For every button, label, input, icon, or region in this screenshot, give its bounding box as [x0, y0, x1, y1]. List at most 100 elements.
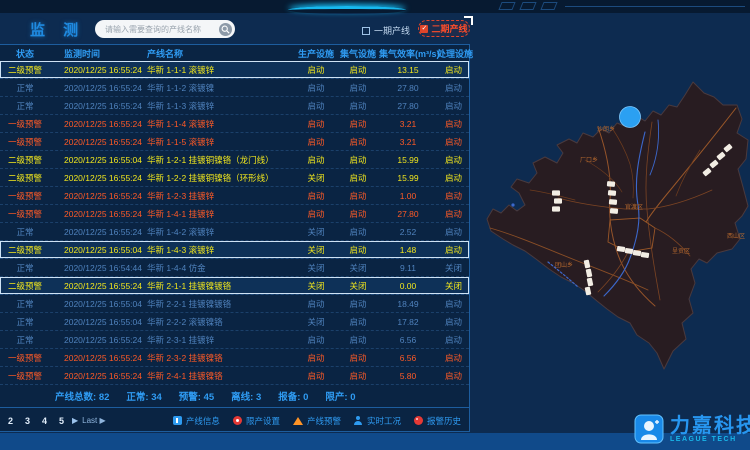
gas-facility-cell: 启动 — [337, 244, 379, 256]
time-cell: 2020/12/25 16:55:24 — [50, 173, 145, 183]
table-row[interactable]: 二级预警2020/12/25 16:55:04华新 1-4-3 滚镀锌关闭启动1… — [0, 241, 469, 259]
summary-item: 离线: 3 — [231, 389, 261, 403]
efficiency-cell: 6.56 — [379, 335, 437, 345]
phase1-toggle[interactable]: 一期产线 — [362, 24, 410, 37]
map-marker[interactable] — [608, 190, 616, 196]
legend-button-person[interactable]: 实时工况 — [354, 415, 401, 427]
prod-facility-cell: 启动 — [295, 64, 337, 76]
page-button[interactable]: 2 — [4, 414, 17, 428]
gas-facility-cell: 启动 — [337, 352, 379, 364]
time-cell: 2020/12/25 16:55:04 — [50, 155, 145, 165]
table-row[interactable]: 一级预警2020/12/25 16:55:24华新 1-4-1 挂镀锌启动启动2… — [0, 205, 469, 223]
page-button[interactable]: 5 — [55, 414, 68, 428]
table-row[interactable]: 正常2020/12/25 16:55:24华新 1-4-2 滚镀锌关闭启动2.5… — [0, 223, 469, 241]
table-row[interactable]: 正常2020/12/25 16:55:24华新 1-1-3 滚镀锌启动启动27.… — [0, 97, 469, 115]
map-marker[interactable] — [609, 199, 617, 205]
search-icon[interactable] — [219, 23, 232, 36]
map-marker[interactable] — [607, 181, 615, 187]
table-row[interactable]: 二级预警2020/12/25 16:55:24华新 2-1-1 挂镀镍镀铬关闭关… — [0, 277, 469, 295]
legend-button-bell[interactable]: 报警历史 — [414, 415, 461, 427]
summary-item: 产线总数: 82 — [55, 389, 109, 403]
time-cell: 2020/12/25 16:55:24 — [50, 209, 145, 219]
efficiency-cell: 0.00 — [379, 281, 437, 291]
map-marker[interactable] — [633, 250, 642, 256]
table-row[interactable]: 一级预警2020/12/25 16:55:24华新 2-3-2 挂镀镍铬启动启动… — [0, 349, 469, 367]
status-cell: 正常 — [0, 316, 50, 328]
map-marker[interactable] — [610, 208, 618, 214]
summary-bar: 产线总数: 82正常: 34预警: 45离线: 3报备: 0限产: 0 — [0, 385, 469, 407]
phase2-button[interactable]: ✓ 二期产线 — [418, 20, 470, 37]
map-place-label: 沙朗乡 — [597, 125, 615, 133]
time-cell: 2020/12/25 16:55:24 — [50, 371, 145, 381]
map-marker[interactable] — [552, 190, 560, 195]
status-cell: 二级预警 — [0, 280, 50, 292]
proc-facility-cell: 启动 — [437, 244, 470, 256]
table-row[interactable]: 一级预警2020/12/25 16:55:24华新 1-1-4 滚镀锌启动启动3… — [0, 115, 469, 133]
column-header: 产线名称 — [145, 47, 295, 60]
map-marker[interactable] — [617, 246, 626, 252]
table-row[interactable]: 二级预警2020/12/25 16:55:04华新 1-2-1 挂镀铜镍铬（龙门… — [0, 151, 469, 169]
map-marker[interactable] — [552, 206, 560, 211]
table-row[interactable]: 正常2020/12/25 16:54:44华新 1-4-4 仿金关闭关闭9.11… — [0, 259, 469, 277]
prod-facility-cell: 启动 — [295, 208, 337, 220]
legend-button-info[interactable]: 产线信息 — [173, 415, 220, 427]
time-cell: 2020/12/25 16:55:24 — [50, 281, 145, 291]
pagination: 2345 ▶ Last ▶ — [4, 414, 106, 428]
prod-facility-cell: 关闭 — [295, 262, 337, 274]
efficiency-cell: 1.00 — [379, 191, 437, 201]
prod-facility-cell: 启动 — [295, 100, 337, 112]
page-button[interactable]: 4 — [38, 414, 51, 428]
table-row[interactable]: 正常2020/12/25 16:55:04华新 2-2-2 滚镀镍铬关闭启动17… — [0, 313, 469, 331]
map-marker[interactable] — [641, 252, 650, 258]
proc-facility-cell: 启动 — [437, 316, 470, 328]
search-box[interactable] — [95, 20, 235, 38]
time-cell: 2020/12/25 16:55:24 — [50, 335, 145, 345]
table-row[interactable]: 二级预警2020/12/25 16:55:24华新 1-2-2 挂镀铜镍铬（环形… — [0, 169, 469, 187]
district-map[interactable]: 沙朗乡厂口乡官渡区西山区呈贡区团山乡 — [470, 13, 750, 432]
gas-facility-cell: 关闭 — [337, 262, 379, 274]
table-row[interactable]: 二级预警2020/12/25 16:55:24华新 1-1-1 滚镀锌启动启动1… — [0, 61, 469, 79]
last-page-button[interactable]: Last ▶ — [82, 416, 106, 425]
legend-button-limit[interactable]: 限产设置 — [233, 415, 280, 427]
efficiency-cell: 2.52 — [379, 227, 437, 237]
table-row[interactable]: 一级预警2020/12/25 16:55:24华新 1-1-5 滚镀锌启动启动3… — [0, 133, 469, 151]
table-row[interactable]: 正常2020/12/25 16:55:24华新 2-3-1 挂镀锌启动启动6.5… — [0, 331, 469, 349]
summary-item: 正常: 34 — [126, 389, 161, 403]
phase2-label: 二期产线 — [431, 22, 467, 35]
prod-facility-cell: 启动 — [295, 298, 337, 310]
efficiency-cell: 15.99 — [379, 155, 437, 165]
efficiency-cell: 27.80 — [379, 83, 437, 93]
map-marker[interactable] — [554, 198, 562, 203]
table-row[interactable]: 一级预警2020/12/25 16:55:24华新 2-4-1 挂镀镍铬启动启动… — [0, 367, 469, 385]
efficiency-cell: 3.21 — [379, 119, 437, 129]
time-cell: 2020/12/25 16:55:24 — [50, 101, 145, 111]
map-place-label: 团山乡 — [555, 261, 573, 269]
gas-facility-cell: 启动 — [337, 154, 379, 166]
next-page-button[interactable]: ▶ — [72, 416, 78, 425]
table-row[interactable]: 一级预警2020/12/25 16:55:24华新 1-2-3 挂镀锌启动启动1… — [0, 187, 469, 205]
checkbox-icon[interactable] — [362, 27, 370, 35]
prod-facility-cell: 关闭 — [295, 280, 337, 292]
table-row[interactable]: 正常2020/12/25 16:55:24华新 1-1-2 滚镀镍启动启动27.… — [0, 79, 469, 97]
decor-line — [565, 6, 745, 7]
table-row[interactable]: 正常2020/12/25 16:55:04华新 2-2-1 挂镀镍镀铬启动启动1… — [0, 295, 469, 313]
page-button[interactable]: 3 — [21, 414, 34, 428]
name-cell: 华新 1-4-4 仿金 — [145, 262, 295, 274]
prod-facility-cell: 启动 — [295, 370, 337, 382]
gas-facility-cell: 启动 — [337, 118, 379, 130]
blue-cluster-marker[interactable] — [620, 107, 641, 128]
search-input[interactable] — [105, 25, 219, 34]
page-title: 监 测 — [30, 19, 85, 40]
column-header: 集气设施 — [337, 47, 379, 60]
name-cell: 华新 1-4-1 挂镀锌 — [145, 208, 295, 220]
efficiency-cell: 9.11 — [379, 263, 437, 273]
column-header: 监测时间 — [50, 47, 145, 60]
name-cell: 华新 1-2-1 挂镀铜镍铬（龙门线） — [145, 154, 295, 166]
legend-button-tri[interactable]: 产线预警 — [293, 415, 341, 427]
map-marker[interactable] — [625, 248, 634, 254]
status-cell: 二级预警 — [0, 154, 50, 166]
map-place-label: 官渡区 — [625, 203, 643, 211]
proc-facility-cell: 启动 — [437, 226, 470, 238]
column-header: 集气效率(m³/s) — [379, 47, 437, 60]
column-header: 生产设施 — [295, 47, 337, 60]
